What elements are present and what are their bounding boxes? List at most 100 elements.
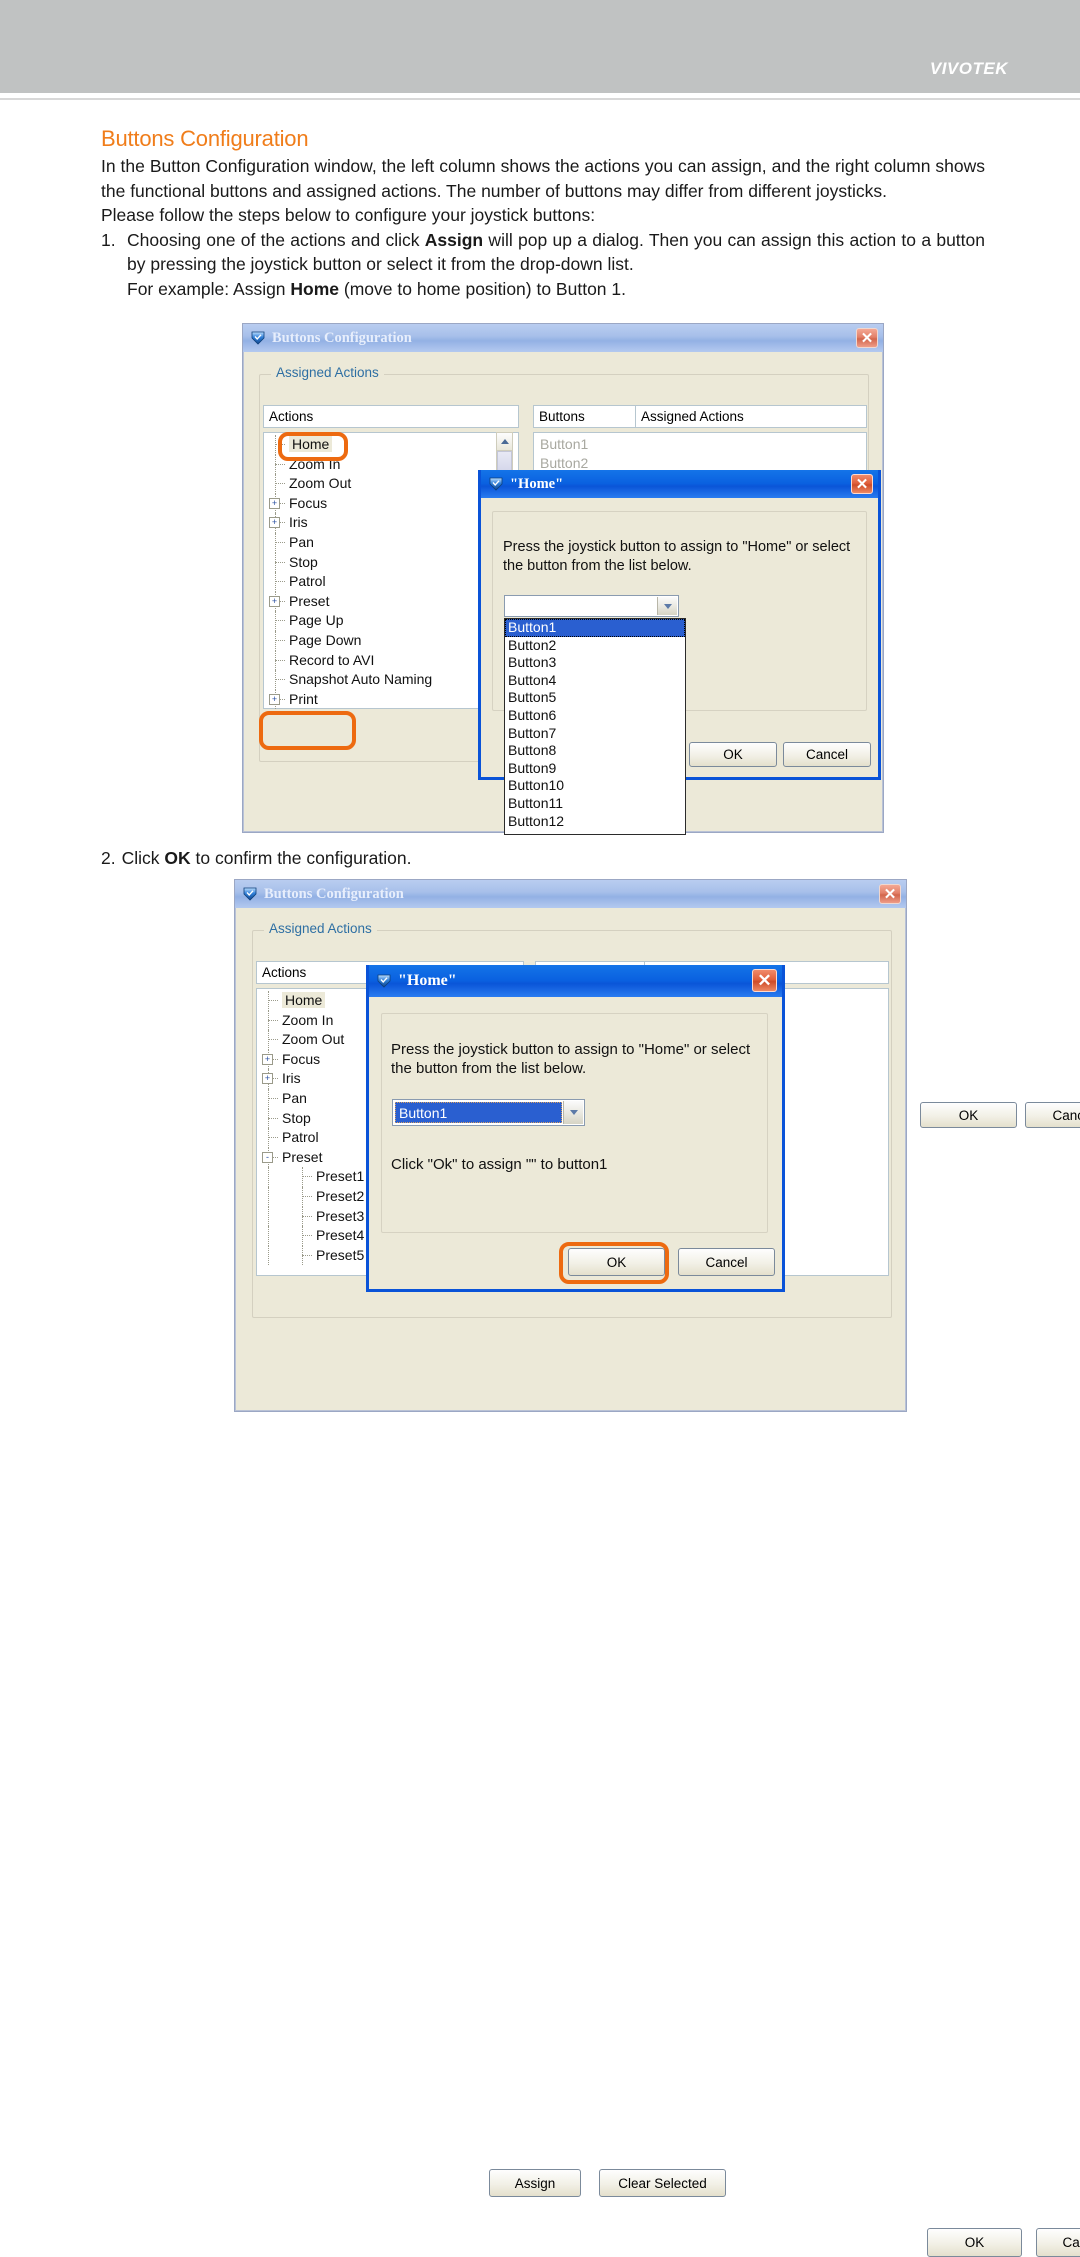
chevron-down-icon[interactable]	[563, 1101, 583, 1124]
home1-button-combo[interactable]	[504, 595, 679, 617]
tree-line	[268, 1245, 269, 1266]
dialog1-col-assigned[interactable]: Assigned Actions	[635, 405, 867, 428]
close-icon[interactable]: ✕	[856, 328, 878, 348]
dropdown-option[interactable]: Button9	[505, 760, 685, 778]
dropdown-option[interactable]: Button6	[505, 707, 685, 725]
expand-icon[interactable]: +	[269, 693, 280, 705]
tree-connector	[302, 1254, 312, 1256]
tree-line	[268, 1186, 269, 1207]
dropdown-option[interactable]: Button12	[505, 813, 685, 831]
dialog2-cancel-button[interactable]: Cancel	[1036, 2228, 1080, 2257]
dropdown-option[interactable]: Button7	[505, 725, 685, 743]
dialog1-title: Buttons Configuration	[272, 329, 412, 346]
home2-combo-value: Button1	[395, 1102, 562, 1123]
tree-node-label: Focus	[289, 494, 328, 511]
tree-line	[268, 1226, 269, 1246]
collapse-icon[interactable]: -	[262, 1151, 273, 1163]
vivotek-shield-icon	[489, 477, 503, 491]
tree-line	[268, 1167, 269, 1187]
tree-node-label: Record to AVI	[289, 651, 375, 668]
tree-node-label: Home	[282, 992, 326, 1008]
dialog1-cancel-label: Cancel	[1052, 1107, 1080, 1123]
expand-icon[interactable]: +	[262, 1053, 273, 1065]
tree-node-label: Iris	[289, 514, 308, 531]
header-divider	[0, 98, 1080, 100]
tree-node-label: Patrol	[289, 573, 326, 590]
home-assign-dialog-2[interactable]: "Home" ✕ Press the joystick button to as…	[366, 965, 785, 1292]
home-assign-dialog-1[interactable]: "Home" ✕ Press the joystick button to as…	[478, 470, 881, 835]
tree-node-label: Stop	[282, 1109, 311, 1126]
dropdown-option[interactable]: Button3	[505, 654, 685, 672]
dropdown-option[interactable]: Button11	[505, 795, 685, 813]
vivotek-shield-icon	[251, 331, 265, 345]
dialog2-cancel-label: Cancel	[1062, 2235, 1080, 2250]
home1-cancel-button[interactable]: Cancel	[783, 742, 871, 767]
home2-button-combo[interactable]: Button1	[392, 1099, 585, 1126]
tree-node-label: Preset2	[316, 1187, 365, 1204]
tree-line	[268, 1206, 269, 1227]
step-1-assign-keyword: Assign	[424, 229, 484, 250]
home1-prompt: Press the joystick button to assign to "…	[503, 539, 851, 574]
dialog1-titlebar[interactable]: Buttons Configuration ✕	[243, 324, 883, 352]
tree-node-label: Preset5	[316, 1246, 365, 1263]
home2-ok-button[interactable]: OK	[568, 1248, 665, 1276]
home1-ok-button[interactable]: OK	[689, 742, 777, 767]
tree-connector	[275, 679, 285, 681]
dialog1-ok-label: OK	[958, 1107, 979, 1123]
dropdown-option[interactable]: Button10	[505, 777, 685, 795]
dialog1-buttons-list[interactable]: Button1 Button2	[535, 435, 865, 473]
dropdown-option[interactable]: Button5	[505, 689, 685, 707]
paragraph-steps-lead: Please follow the steps below to configu…	[101, 205, 596, 225]
dialog1-ok-button[interactable]: OK	[920, 1102, 1017, 1128]
expand-icon[interactable]: +	[269, 595, 280, 607]
dialog2-ok-button[interactable]: OK	[927, 2228, 1022, 2257]
tree-connector	[302, 1235, 312, 1237]
tree-connector	[302, 1215, 312, 1217]
home2-ok-label: OK	[606, 1254, 627, 1270]
dialog1-col-buttons[interactable]: Buttons	[533, 405, 636, 428]
home2-titlebar[interactable]: "Home" ✕	[369, 965, 782, 997]
close-icon[interactable]: ✕	[851, 474, 873, 494]
dialog1-cancel-button[interactable]: Cancel	[1025, 1102, 1080, 1128]
home2-cancel-button[interactable]: Cancel	[678, 1248, 775, 1276]
chevron-down-icon[interactable]	[657, 597, 677, 615]
step-1: 1. Choosing one of the actions and click …	[101, 228, 985, 302]
home1-titlebar[interactable]: "Home" ✕	[481, 470, 878, 498]
tree-connector	[275, 581, 285, 583]
step-1-text-a: Choosing one of the actions and click	[127, 229, 425, 250]
brand-logo: VIVOTEK	[929, 59, 1008, 78]
tree-connector	[268, 1000, 278, 1001]
dialog1-col-actions[interactable]: Actions	[263, 405, 519, 428]
dropdown-option[interactable]: Button4	[505, 672, 685, 690]
step-1-example-a: For example: Assign	[127, 278, 291, 299]
dialog2-group-label: Assigned Actions	[264, 921, 377, 936]
dialog2-titlebar[interactable]: Buttons Configuration ✕	[235, 880, 906, 908]
tree-node-label: Home	[289, 436, 333, 452]
step-2-ok-keyword: OK	[164, 848, 191, 868]
dropdown-option[interactable]: Button2	[505, 637, 685, 655]
home1-ok-label: OK	[723, 747, 743, 762]
expand-icon[interactable]: +	[269, 497, 280, 509]
close-icon[interactable]: ✕	[879, 884, 901, 904]
expand-icon[interactable]: +	[262, 1073, 273, 1085]
tree-connector	[275, 620, 285, 622]
list-item[interactable]: Button1	[535, 435, 865, 454]
home2-prompt: Press the joystick button to assign to "…	[391, 1041, 751, 1077]
tree-node-label: Preset4	[316, 1227, 365, 1244]
tree-node-label: Preset	[282, 1148, 323, 1165]
step-1-number: 1.	[101, 229, 116, 250]
home2-cancel-label: Cancel	[705, 1254, 748, 1270]
vivotek-shield-icon	[377, 974, 391, 988]
dialog2-clear-selected-button[interactable]: Clear Selected	[599, 2169, 726, 2197]
tree-connector	[302, 1176, 312, 1178]
dropdown-option[interactable]: Button1	[505, 619, 685, 637]
tree-connector	[268, 1019, 278, 1021]
tree-node-label: Preset1	[316, 1168, 365, 1185]
scroll-up-icon[interactable]	[497, 433, 512, 451]
close-icon[interactable]: ✕	[752, 969, 777, 992]
dialog2-assign-button[interactable]: Assign	[489, 2169, 581, 2197]
expand-icon[interactable]: +	[269, 517, 280, 529]
tree-node[interactable]: Home	[267, 435, 517, 455]
dropdown-option[interactable]: Button8	[505, 742, 685, 760]
home1-button-dropdown-list[interactable]: Button1 Button2 Button3 Button4 Button5 Butto…	[504, 618, 686, 835]
